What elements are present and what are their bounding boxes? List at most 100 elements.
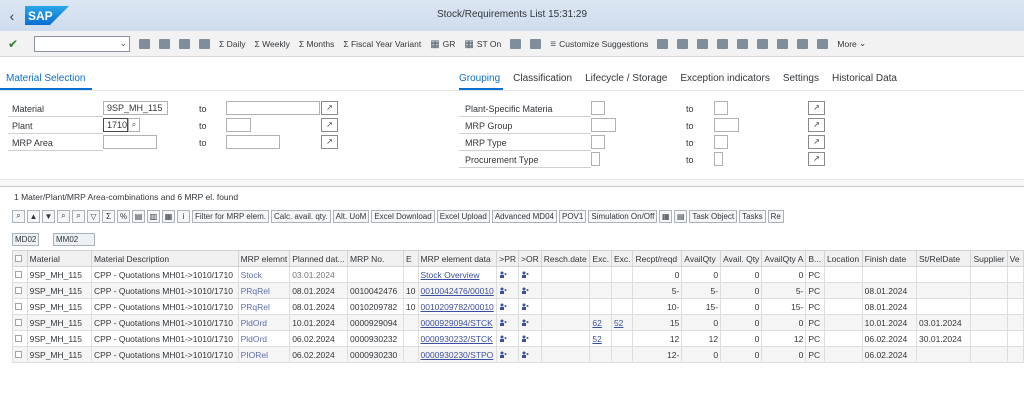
mrp-group-to-input[interactable] bbox=[714, 118, 739, 132]
customize-suggestions-button[interactable]: ≡ Customize Suggestions bbox=[550, 39, 648, 50]
sort-asc-icon[interactable]: ▲ bbox=[27, 209, 40, 223]
weekly-button[interactable]: Σ Weekly bbox=[255, 39, 290, 49]
checkbox[interactable] bbox=[15, 302, 22, 310]
col-header[interactable]: Recpt/reqd bbox=[632, 250, 683, 267]
tab-grouping[interactable]: Grouping bbox=[459, 73, 500, 84]
tab-lifecycle-storage[interactable]: Lifecycle / Storage bbox=[585, 73, 667, 84]
table-row[interactable]: 9SP_MH_115 CPP - Quotations MH01->1010/17… bbox=[12, 298, 1024, 315]
checkbox[interactable] bbox=[15, 270, 22, 278]
table-cell[interactable]: 0000929094/STCK bbox=[417, 314, 498, 331]
table-row[interactable]: 9SP_MH_115 CPP - Quotations MH01->1010/17… bbox=[12, 266, 1024, 283]
checkbox[interactable] bbox=[15, 334, 22, 342]
table-cell[interactable]: 0010209782/00010 bbox=[417, 298, 498, 315]
info-icon[interactable]: i bbox=[177, 209, 190, 223]
hierarchy-icon[interactable] bbox=[777, 38, 789, 49]
mrp-group-from-input[interactable] bbox=[591, 118, 616, 132]
multiple-selection-button[interactable]: ↗ bbox=[321, 101, 338, 115]
print-icon[interactable]: ▤ bbox=[132, 209, 145, 223]
table-cell[interactable]: 62 bbox=[589, 314, 612, 331]
col-header[interactable]: Avail. Qty bbox=[720, 250, 763, 267]
fiscal-year-variant-button[interactable]: Σ Fiscal Year Variant bbox=[343, 39, 421, 49]
months-button[interactable]: Σ Months bbox=[299, 39, 335, 49]
checkbox[interactable] bbox=[15, 318, 22, 326]
table-cell[interactable] bbox=[610, 346, 634, 363]
tab-classification[interactable]: Classification bbox=[513, 73, 572, 84]
variant-md02[interactable]: MD02 bbox=[12, 233, 40, 246]
table-cell[interactable]: 52 bbox=[610, 314, 634, 331]
table-cell[interactable]: 52 bbox=[589, 330, 612, 347]
multiple-selection-button[interactable]: ↗ bbox=[808, 152, 825, 166]
table-cell[interactable] bbox=[518, 330, 542, 347]
tasks-button[interactable]: Tasks bbox=[739, 209, 766, 223]
procurement-from-input[interactable] bbox=[591, 152, 600, 166]
col-header[interactable]: E bbox=[403, 250, 419, 267]
col-header[interactable]: >OR bbox=[518, 250, 542, 267]
filter-icon[interactable] bbox=[199, 38, 210, 49]
table-row[interactable]: 9SP_MH_115 CPP - Quotations MH01->1010/17… bbox=[12, 282, 1024, 299]
gr-button[interactable]: ▦ GR bbox=[430, 39, 455, 50]
multiple-selection-button[interactable]: ↗ bbox=[808, 101, 825, 115]
table-cell[interactable] bbox=[610, 330, 634, 347]
export-icon[interactable]: ▥ bbox=[147, 209, 160, 223]
table-cell[interactable] bbox=[496, 298, 520, 315]
plant-from-input[interactable]: 1710 bbox=[103, 118, 128, 132]
table-cell[interactable]: 0000930230/STPO bbox=[417, 346, 498, 363]
procurement-to-input[interactable] bbox=[714, 152, 723, 166]
col-header[interactable]: MRP No. bbox=[346, 250, 405, 267]
multiple-selection-button[interactable]: ↗ bbox=[808, 135, 825, 149]
table-cell[interactable] bbox=[610, 266, 634, 283]
plant-specific-from-input[interactable] bbox=[591, 101, 605, 115]
mrp-type-to-input[interactable] bbox=[714, 135, 728, 149]
col-header[interactable]: AvailQty bbox=[681, 250, 722, 267]
mail-icon[interactable] bbox=[510, 38, 522, 49]
col-header[interactable]: Resch.date bbox=[540, 250, 591, 267]
find-icon[interactable]: ⌕ bbox=[57, 209, 70, 223]
col-header[interactable]: Exc. bbox=[610, 250, 634, 267]
material-selection-tab[interactable]: Material Selection bbox=[6, 73, 85, 84]
table-cell[interactable] bbox=[496, 330, 520, 347]
edit-icon[interactable] bbox=[530, 38, 542, 49]
mrp-area-from-input[interactable] bbox=[103, 135, 157, 149]
network-icon[interactable] bbox=[677, 38, 689, 49]
doc-icon[interactable]: ▤ bbox=[674, 209, 688, 223]
plant-to-input[interactable] bbox=[226, 118, 251, 132]
col-header[interactable]: MRP elemnt bbox=[237, 250, 291, 267]
col-header[interactable]: Supplier bbox=[970, 250, 1008, 267]
multiple-selection-button[interactable]: ↗ bbox=[808, 118, 825, 132]
refresh-icon[interactable] bbox=[159, 38, 170, 49]
mrp-area-to-input[interactable] bbox=[226, 135, 280, 149]
value-help-button[interactable]: ⌕ bbox=[128, 118, 140, 132]
table-cell[interactable]: Stock Overview bbox=[417, 266, 498, 283]
select-all-header[interactable] bbox=[12, 250, 28, 267]
table-row[interactable]: 9SP_MH_115 CPP - Quotations MH01->1010/17… bbox=[12, 314, 1024, 331]
advanced-md04-button[interactable]: Advanced MD04 bbox=[491, 209, 557, 223]
table-cell[interactable] bbox=[496, 314, 520, 331]
find-next-icon[interactable]: ⌕ bbox=[72, 209, 85, 223]
tab-exception-indicators[interactable]: Exception indicators bbox=[680, 73, 770, 84]
table-cell[interactable] bbox=[496, 282, 520, 299]
mrp-type-from-input[interactable] bbox=[591, 135, 605, 149]
alt-uom-button[interactable]: Alt. UoM bbox=[332, 209, 370, 223]
col-header[interactable]: Location bbox=[823, 250, 863, 267]
excel-upload-button[interactable]: Excel Upload bbox=[436, 209, 490, 223]
checkbox[interactable] bbox=[15, 350, 22, 358]
table-cell[interactable] bbox=[518, 298, 542, 315]
table-cell[interactable] bbox=[496, 266, 520, 283]
sort-desc-icon[interactable]: ▼ bbox=[42, 209, 55, 223]
table-cell[interactable]: 0010042476/00010 bbox=[417, 282, 498, 299]
multiple-selection-button[interactable]: ↗ bbox=[321, 118, 338, 132]
excel-download-button[interactable]: Excel Download bbox=[371, 209, 435, 223]
table-cell[interactable] bbox=[518, 346, 542, 363]
table-cell[interactable] bbox=[610, 282, 634, 299]
col-header[interactable]: Finish date bbox=[861, 250, 918, 267]
grid-icon[interactable]: ▦ bbox=[659, 209, 673, 223]
copy-icon[interactable] bbox=[179, 38, 190, 49]
calc-avail-qty-button[interactable]: Calc. avail. qty. bbox=[270, 209, 331, 223]
sum-icon[interactable]: Σ bbox=[102, 209, 115, 223]
list-icon[interactable] bbox=[817, 38, 829, 49]
table-cell[interactable] bbox=[518, 266, 542, 283]
settings-icon[interactable] bbox=[657, 38, 669, 49]
st-on-button[interactable]: ▦ ST On bbox=[464, 39, 501, 50]
table-row[interactable]: 9SP_MH_115 CPP - Quotations MH01->1010/17… bbox=[12, 330, 1024, 347]
col-header[interactable]: >PR bbox=[496, 250, 520, 267]
